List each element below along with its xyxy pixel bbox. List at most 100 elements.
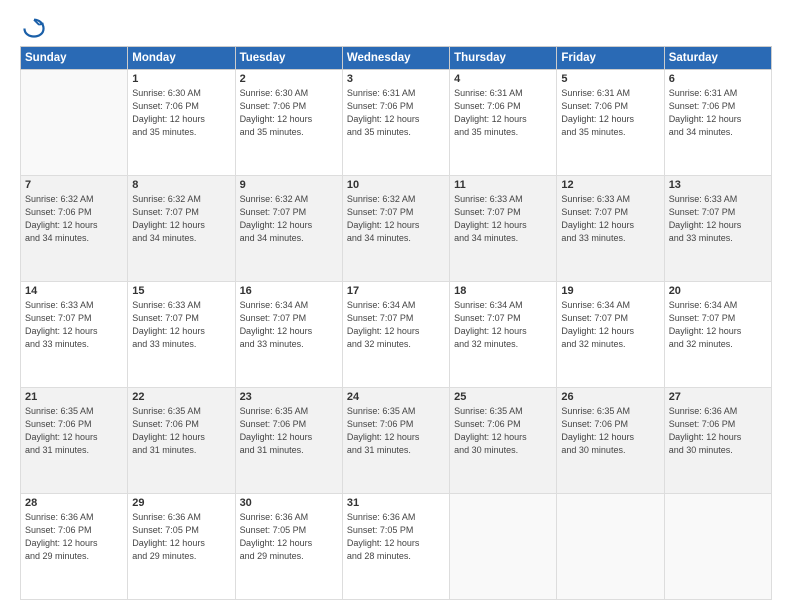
day-info: Sunrise: 6:34 AM Sunset: 7:07 PM Dayligh… xyxy=(240,299,338,351)
weekday-header-wednesday: Wednesday xyxy=(342,47,449,70)
calendar-cell: 16Sunrise: 6:34 AM Sunset: 7:07 PM Dayli… xyxy=(235,282,342,388)
day-info: Sunrise: 6:34 AM Sunset: 7:07 PM Dayligh… xyxy=(347,299,445,351)
day-number: 7 xyxy=(25,179,123,191)
day-number: 12 xyxy=(561,179,659,191)
day-number: 23 xyxy=(240,391,338,403)
calendar-table: SundayMondayTuesdayWednesdayThursdayFrid… xyxy=(20,46,772,600)
calendar-cell: 30Sunrise: 6:36 AM Sunset: 7:05 PM Dayli… xyxy=(235,494,342,600)
calendar-cell xyxy=(450,494,557,600)
calendar-cell xyxy=(664,494,771,600)
weekday-header-thursday: Thursday xyxy=(450,47,557,70)
logo-icon xyxy=(23,16,45,38)
day-number: 5 xyxy=(561,73,659,85)
calendar-cell: 17 Sunrise: 6:34 AM Sunset: 7:07 PM Dayli… xyxy=(342,282,449,388)
day-number: 4 xyxy=(454,73,552,85)
calendar-week-row: 21 Sunrise: 6:35 AM Sunset: 7:06 PM Dayli… xyxy=(21,388,772,494)
calendar-cell: 5 Sunrise: 6:31 AM Sunset: 7:06 PM Daylig… xyxy=(557,70,664,176)
calendar-cell: 28 Sunrise: 6:36 AM Sunset: 7:06 PM Dayli… xyxy=(21,494,128,600)
day-number: 20 xyxy=(669,285,767,297)
weekday-header-friday: Friday xyxy=(557,47,664,70)
calendar-cell: 15 Sunrise: 6:33 AM Sunset: 7:07 PM Dayli… xyxy=(128,282,235,388)
day-number: 31 xyxy=(347,497,445,509)
calendar-cell: 1 Sunrise: 6:30 AM Sunset: 7:06 PM Daylig… xyxy=(128,70,235,176)
day-number: 13 xyxy=(669,179,767,191)
weekday-header-saturday: Saturday xyxy=(664,47,771,70)
day-info: Sunrise: 6:35 AM Sunset: 7:06 PM Dayligh… xyxy=(347,405,445,457)
day-number: 24 xyxy=(347,391,445,403)
header xyxy=(20,18,772,38)
day-info: Sunrise: 6:34 AM Sunset: 7:07 PM Dayligh… xyxy=(454,299,552,351)
day-number: 21 xyxy=(25,391,123,403)
calendar-cell: 8Sunrise: 6:32 AM Sunset: 7:07 PM Daylig… xyxy=(128,176,235,282)
day-info: Sunrise: 6:35 AM Sunset: 7:06 PM Dayligh… xyxy=(454,405,552,457)
calendar-cell: 4 Sunrise: 6:31 AM Sunset: 7:06 PM Daylig… xyxy=(450,70,557,176)
calendar-cell: 19 Sunrise: 6:34 AM Sunset: 7:07 PM Dayli… xyxy=(557,282,664,388)
weekday-header-tuesday: Tuesday xyxy=(235,47,342,70)
day-info: Sunrise: 6:30 AM Sunset: 7:06 PM Dayligh… xyxy=(132,87,230,139)
day-info: Sunrise: 6:35 AM Sunset: 7:06 PM Dayligh… xyxy=(132,405,230,457)
calendar-cell: 22 Sunrise: 6:35 AM Sunset: 7:06 PM Dayli… xyxy=(128,388,235,494)
day-number: 15 xyxy=(132,285,230,297)
calendar-cell: 27 Sunrise: 6:36 AM Sunset: 7:06 PM Dayli… xyxy=(664,388,771,494)
day-info: Sunrise: 6:33 AM Sunset: 7:07 PM Dayligh… xyxy=(454,193,552,245)
calendar-cell: 21Sunrise: 6:35 AM Sunset: 7:06 PM Dayli… xyxy=(21,388,128,494)
day-number: 26 xyxy=(561,391,659,403)
day-number: 30 xyxy=(240,497,338,509)
calendar-cell: 6 Sunrise: 6:31 AM Sunset: 7:06 PM Daylig… xyxy=(664,70,771,176)
calendar-cell: 18 Sunrise: 6:34 AM Sunset: 7:07 PM Dayli… xyxy=(450,282,557,388)
day-number: 10 xyxy=(347,179,445,191)
calendar-cell: 12 Sunrise: 6:33 AM Sunset: 7:07 PM Dayli… xyxy=(557,176,664,282)
day-number: 27 xyxy=(669,391,767,403)
calendar-cell: 31 Sunrise: 6:36 AM Sunset: 7:05 PM Dayli… xyxy=(342,494,449,600)
day-info: Sunrise: 6:33 AM Sunset: 7:07 PM Dayligh… xyxy=(669,193,767,245)
weekday-header-sunday: Sunday xyxy=(21,47,128,70)
day-number: 2 xyxy=(240,73,338,85)
day-number: 17 xyxy=(347,285,445,297)
day-number: 22 xyxy=(132,391,230,403)
calendar-cell: 10 Sunrise: 6:32 AM Sunset: 7:07 PM Dayli… xyxy=(342,176,449,282)
day-info: Sunrise: 6:32 AM Sunset: 7:07 PM Dayligh… xyxy=(347,193,445,245)
day-number: 25 xyxy=(454,391,552,403)
calendar-cell: 7 Sunrise: 6:32 AM Sunset: 7:06 PM Daylig… xyxy=(21,176,128,282)
day-number: 18 xyxy=(454,285,552,297)
day-number: 19 xyxy=(561,285,659,297)
day-number: 6 xyxy=(669,73,767,85)
day-info: Sunrise: 6:33 AM Sunset: 7:07 PM Dayligh… xyxy=(132,299,230,351)
day-info: Sunrise: 6:33 AM Sunset: 7:07 PM Dayligh… xyxy=(25,299,123,351)
calendar-week-row: 7 Sunrise: 6:32 AM Sunset: 7:06 PM Daylig… xyxy=(21,176,772,282)
calendar-cell: 20 Sunrise: 6:34 AM Sunset: 7:07 PM Dayli… xyxy=(664,282,771,388)
day-info: Sunrise: 6:31 AM Sunset: 7:06 PM Dayligh… xyxy=(454,87,552,139)
calendar-cell: 23Sunrise: 6:35 AM Sunset: 7:06 PM Dayli… xyxy=(235,388,342,494)
calendar-cell: 24 Sunrise: 6:35 AM Sunset: 7:06 PM Dayli… xyxy=(342,388,449,494)
day-info: Sunrise: 6:31 AM Sunset: 7:06 PM Dayligh… xyxy=(347,87,445,139)
day-info: Sunrise: 6:30 AM Sunset: 7:06 PM Dayligh… xyxy=(240,87,338,139)
day-info: Sunrise: 6:31 AM Sunset: 7:06 PM Dayligh… xyxy=(561,87,659,139)
day-number: 1 xyxy=(132,73,230,85)
day-info: Sunrise: 6:36 AM Sunset: 7:06 PM Dayligh… xyxy=(669,405,767,457)
day-info: Sunrise: 6:33 AM Sunset: 7:07 PM Dayligh… xyxy=(561,193,659,245)
day-number: 28 xyxy=(25,497,123,509)
day-info: Sunrise: 6:32 AM Sunset: 7:07 PM Dayligh… xyxy=(240,193,338,245)
day-info: Sunrise: 6:36 AM Sunset: 7:05 PM Dayligh… xyxy=(132,511,230,563)
calendar-week-row: 28 Sunrise: 6:36 AM Sunset: 7:06 PM Dayli… xyxy=(21,494,772,600)
calendar-cell: 29 Sunrise: 6:36 AM Sunset: 7:05 PM Dayli… xyxy=(128,494,235,600)
calendar-cell: 3 Sunrise: 6:31 AM Sunset: 7:06 PM Daylig… xyxy=(342,70,449,176)
calendar-week-row: 14Sunrise: 6:33 AM Sunset: 7:07 PM Dayli… xyxy=(21,282,772,388)
day-info: Sunrise: 6:34 AM Sunset: 7:07 PM Dayligh… xyxy=(669,299,767,351)
day-number: 9 xyxy=(240,179,338,191)
calendar-cell: 11Sunrise: 6:33 AM Sunset: 7:07 PM Dayli… xyxy=(450,176,557,282)
calendar-cell: 26Sunrise: 6:35 AM Sunset: 7:06 PM Dayli… xyxy=(557,388,664,494)
weekday-header-monday: Monday xyxy=(128,47,235,70)
day-info: Sunrise: 6:31 AM Sunset: 7:06 PM Dayligh… xyxy=(669,87,767,139)
day-info: Sunrise: 6:36 AM Sunset: 7:05 PM Dayligh… xyxy=(347,511,445,563)
calendar-cell xyxy=(557,494,664,600)
day-number: 29 xyxy=(132,497,230,509)
page: SundayMondayTuesdayWednesdayThursdayFrid… xyxy=(0,0,792,612)
day-number: 3 xyxy=(347,73,445,85)
calendar-cell: 9 Sunrise: 6:32 AM Sunset: 7:07 PM Daylig… xyxy=(235,176,342,282)
calendar-week-row: 1 Sunrise: 6:30 AM Sunset: 7:06 PM Daylig… xyxy=(21,70,772,176)
calendar-cell: 13 Sunrise: 6:33 AM Sunset: 7:07 PM Dayli… xyxy=(664,176,771,282)
day-info: Sunrise: 6:34 AM Sunset: 7:07 PM Dayligh… xyxy=(561,299,659,351)
day-info: Sunrise: 6:32 AM Sunset: 7:06 PM Dayligh… xyxy=(25,193,123,245)
day-info: Sunrise: 6:36 AM Sunset: 7:06 PM Dayligh… xyxy=(25,511,123,563)
